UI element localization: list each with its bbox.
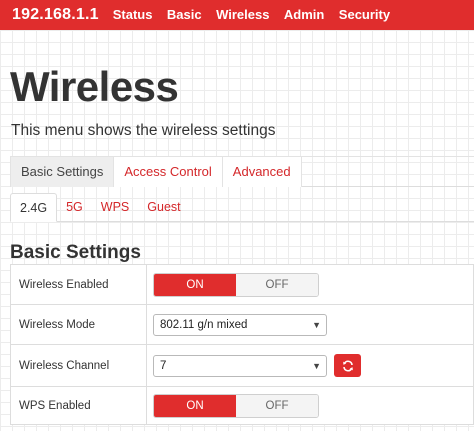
wireless-channel-select[interactable]: 7 ▼: [153, 354, 327, 377]
page-description: This menu shows the wireless settings: [11, 122, 276, 139]
tab-5g[interactable]: 5G: [57, 193, 92, 221]
setting-row-wireless-mode: Wireless Mode 802.11 g/n mixed ▼: [10, 304, 474, 345]
setting-row-wps-enabled: WPS Enabled ON OFF: [10, 386, 474, 425]
nav-admin[interactable]: Admin: [284, 7, 324, 22]
chevron-down-icon: ▼: [312, 319, 321, 330]
tab-guest[interactable]: Guest: [138, 193, 189, 221]
setting-row-wireless-enabled: Wireless Enabled ON OFF: [10, 264, 474, 305]
wireless-enabled-off-button[interactable]: OFF: [236, 273, 318, 296]
wireless-enabled-label: Wireless Enabled: [10, 264, 147, 305]
wps-enabled-label: WPS Enabled: [10, 386, 147, 425]
wireless-enabled-on-button[interactable]: ON: [154, 273, 236, 296]
tab-basic-settings[interactable]: Basic Settings: [10, 157, 115, 187]
tab-access-control[interactable]: Access Control: [114, 157, 223, 187]
refresh-channel-button[interactable]: [334, 354, 362, 377]
nav-basic[interactable]: Basic: [167, 7, 202, 22]
top-nav: Status Basic Wireless Admin Security: [113, 6, 400, 24]
nav-status[interactable]: Status: [113, 7, 153, 22]
wps-enabled-control: ON OFF: [146, 386, 474, 425]
chevron-down-icon: ▼: [312, 360, 321, 371]
wps-enabled-toggle: ON OFF: [153, 393, 319, 418]
wireless-mode-label: Wireless Mode: [10, 304, 147, 345]
wireless-channel-value: 7: [160, 359, 167, 372]
wireless-mode-select[interactable]: 802.11 g/n mixed ▼: [153, 313, 327, 336]
settings-table: Wireless Enabled ON OFF Wireless Mode 80…: [10, 264, 474, 425]
wireless-channel-label: Wireless Channel: [10, 344, 147, 387]
router-address[interactable]: 192.168.1.1: [12, 6, 99, 24]
wireless-mode-control: 802.11 g/n mixed ▼: [146, 304, 474, 345]
nav-wireless[interactable]: Wireless: [216, 7, 269, 22]
tab-2-4g[interactable]: 2.4G: [10, 193, 58, 222]
wireless-enabled-control: ON OFF: [146, 264, 474, 305]
main-tabs: Basic Settings Access Control Advanced: [10, 156, 474, 187]
page-title: Wireless: [10, 63, 179, 110]
setting-row-wireless-channel: Wireless Channel 7 ▼: [10, 344, 474, 387]
section-title: Basic Settings: [10, 242, 141, 263]
tab-advanced[interactable]: Advanced: [222, 157, 302, 187]
top-bar: 192.168.1.1 Status Basic Wireless Admin …: [0, 0, 474, 30]
wps-enabled-off-button[interactable]: OFF: [236, 394, 318, 417]
wps-enabled-on-button[interactable]: ON: [154, 394, 236, 417]
wireless-mode-value: 802.11 g/n mixed: [160, 318, 248, 331]
nav-security[interactable]: Security: [339, 7, 390, 22]
tab-wps[interactable]: WPS: [92, 193, 138, 221]
refresh-icon: [342, 360, 353, 371]
band-tabs: 2.4G 5G WPS Guest: [10, 193, 474, 222]
wireless-channel-control: 7 ▼: [146, 344, 474, 387]
wireless-enabled-toggle: ON OFF: [153, 272, 319, 297]
